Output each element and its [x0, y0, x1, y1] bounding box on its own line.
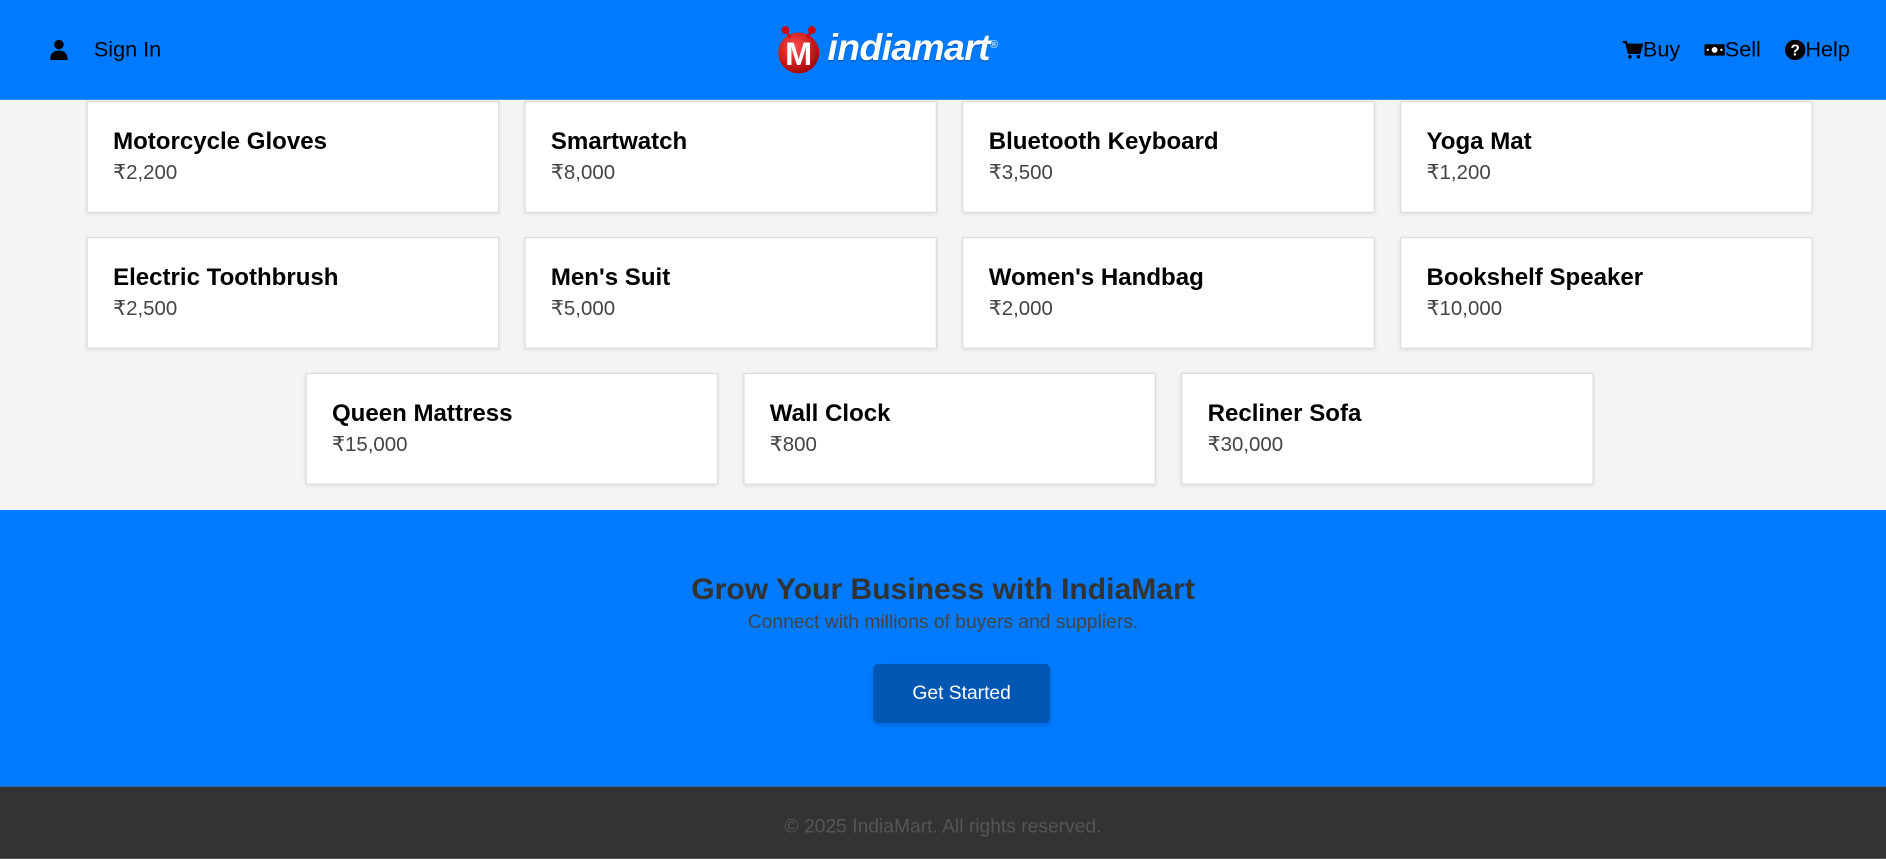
- top-nav: Buy Sell ? Help: [1622, 37, 1850, 62]
- product-name: Men's Suit: [550, 264, 671, 292]
- product-name: Queen Mattress: [331, 400, 513, 427]
- product-card[interactable]: Bookshelf Speaker ₹10,000: [1400, 236, 1813, 349]
- product-price: ₹10,000: [1426, 297, 1503, 320]
- product-price: ₹2,000: [988, 297, 1053, 320]
- svg-text:M: M: [785, 36, 812, 72]
- product-price: ₹800: [769, 433, 817, 456]
- product-card[interactable]: Yoga Mat ₹1,200: [1400, 101, 1813, 213]
- product-name: Bluetooth Keyboard: [988, 128, 1219, 156]
- cta-title: Grow Your Business with IndiaMart: [691, 572, 1195, 607]
- nav-buy-label: Buy: [1642, 37, 1681, 62]
- product-name: Women's Handbag: [988, 264, 1204, 292]
- nav-buy[interactable]: Buy: [1622, 37, 1680, 62]
- product-name: Motorcycle Gloves: [113, 128, 327, 156]
- user-icon: [50, 39, 68, 61]
- product-card[interactable]: Bluetooth Keyboard ₹3,500: [962, 101, 1375, 213]
- indiamart-logo[interactable]: M indiamart ®: [772, 22, 998, 75]
- product-price: ₹8,000: [550, 161, 616, 185]
- nav-help-label: Help: [1805, 37, 1850, 62]
- product-name: Bookshelf Speaker: [1426, 264, 1644, 292]
- product-card[interactable]: Wall Clock ₹800: [743, 372, 1156, 485]
- site-header: Sign In M indiamart ® Buy Sell ? Help: [0, 0, 1886, 100]
- product-name: Yoga Mat: [1426, 128, 1532, 156]
- product-card[interactable]: Motorcycle Gloves ₹2,200: [86, 101, 500, 213]
- nav-sell[interactable]: Sell: [1704, 37, 1761, 62]
- product-name: Smartwatch: [550, 128, 688, 156]
- nav-help[interactable]: ? Help: [1784, 37, 1850, 62]
- product-price: ₹2,200: [113, 161, 178, 185]
- product-price: ₹3,500: [988, 161, 1053, 185]
- cta-subtitle: Connect with millions of buyers and supp…: [747, 612, 1139, 633]
- product-card[interactable]: Women's Handbag ₹2,000: [962, 236, 1375, 349]
- product-price: ₹30,000: [1207, 433, 1284, 456]
- logo-mark: M: [772, 22, 825, 75]
- sign-in-label: Sign In: [93, 36, 162, 61]
- product-price: ₹5,000: [550, 297, 616, 320]
- product-card[interactable]: Men's Suit ₹5,000: [524, 236, 937, 349]
- product-card[interactable]: Electric Toothbrush ₹2,500: [86, 236, 500, 349]
- product-name: Recliner Sofa: [1207, 400, 1362, 427]
- product-card[interactable]: Smartwatch ₹8,000: [524, 101, 937, 213]
- product-card[interactable]: Recliner Sofa ₹30,000: [1181, 372, 1594, 485]
- product-price: ₹15,000: [331, 433, 408, 456]
- question-circle-icon: ?: [1784, 39, 1806, 61]
- get-started-button[interactable]: Get Started: [873, 663, 1051, 723]
- nav-sell-label: Sell: [1724, 37, 1761, 62]
- money-icon: [1704, 44, 1725, 56]
- copyright-text: © 2025 IndiaMart. All rights reserved.: [784, 816, 1102, 838]
- cart-icon: [1622, 40, 1643, 59]
- product-name: Wall Clock: [769, 400, 891, 427]
- logo-text: indiamart: [827, 26, 991, 69]
- product-name: Electric Toothbrush: [113, 264, 339, 292]
- svg-text:?: ?: [1790, 42, 1799, 59]
- product-price: ₹1,200: [1426, 161, 1491, 185]
- cta-banner: Grow Your Business with IndiaMart Connec…: [0, 509, 1886, 787]
- product-grid: Motorcycle Gloves ₹2,200 Smartwatch ₹8,0…: [0, 99, 1886, 510]
- site-footer: © 2025 IndiaMart. All rights reserved.: [0, 786, 1886, 859]
- product-card[interactable]: Queen Mattress ₹15,000: [305, 372, 719, 485]
- product-price: ₹2,500: [113, 297, 178, 320]
- sign-in-link[interactable]: Sign In: [48, 36, 161, 62]
- registered-mark: ®: [989, 38, 998, 51]
